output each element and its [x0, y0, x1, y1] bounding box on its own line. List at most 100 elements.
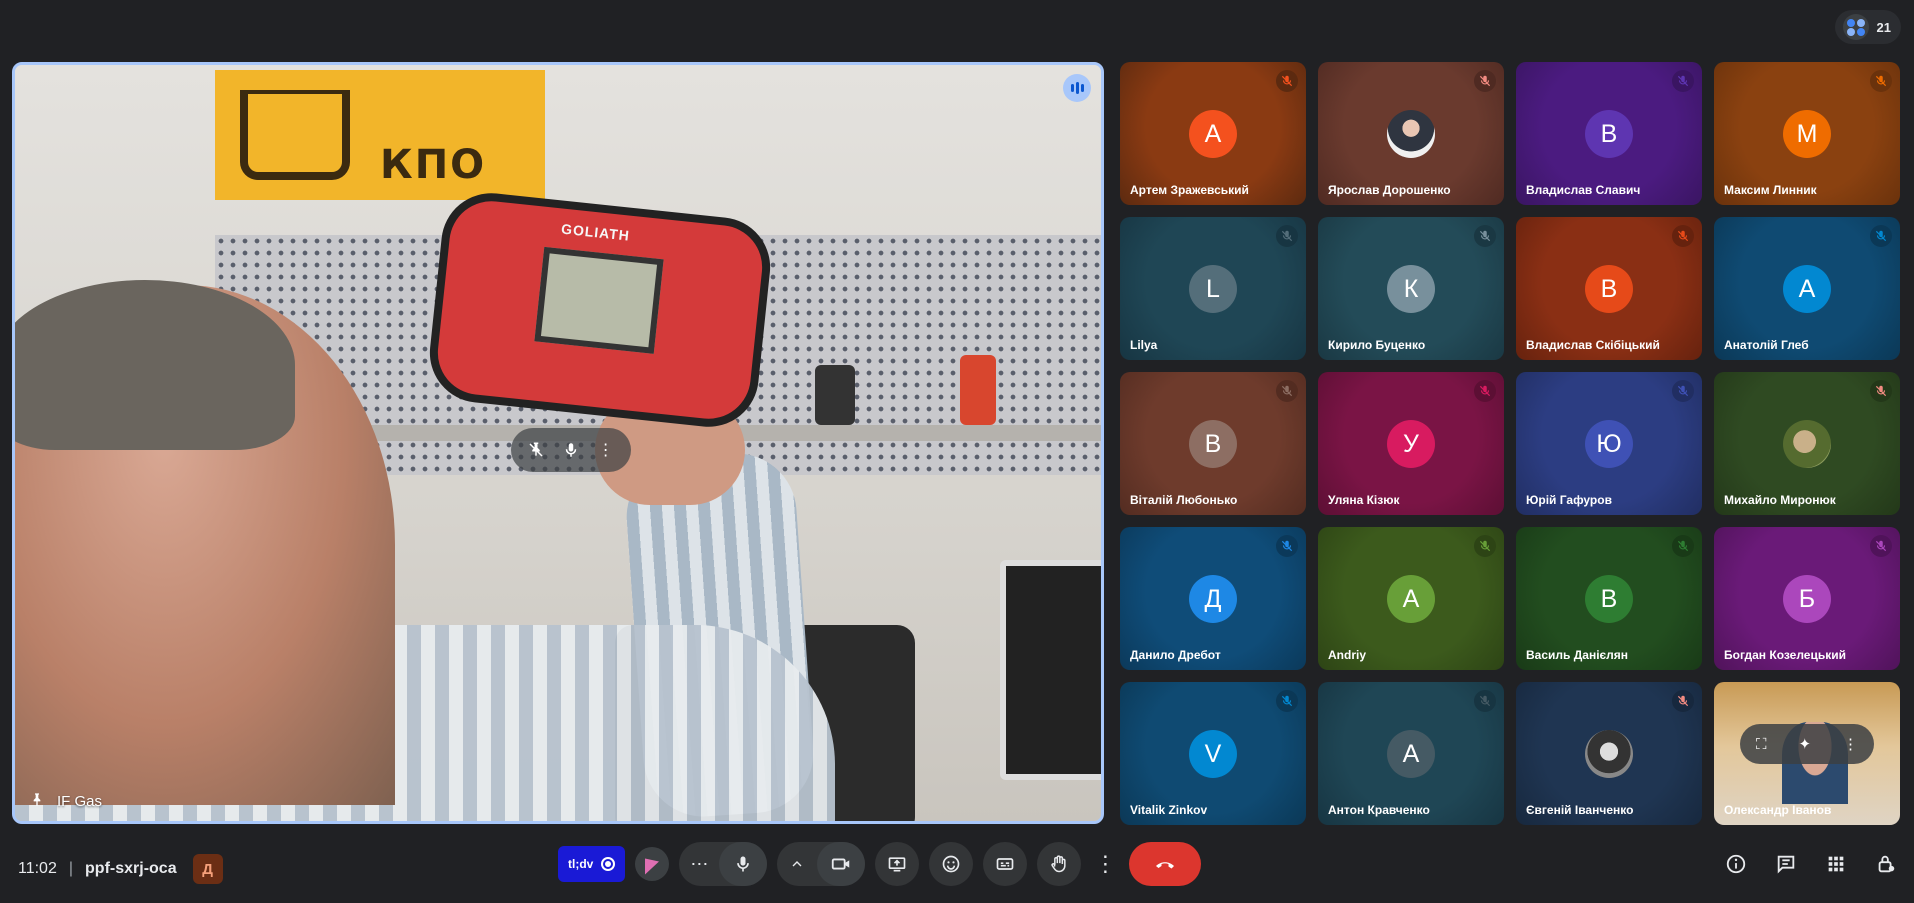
microphone-button[interactable] — [719, 842, 768, 886]
camera-options-button[interactable] — [777, 842, 817, 886]
captions-icon — [997, 858, 1014, 870]
tldv-extension-button[interactable]: tl;dv — [558, 846, 626, 882]
mic-off-icon — [1870, 380, 1892, 402]
participant-tile[interactable]: А Анатолій Глеб — [1714, 217, 1900, 360]
participant-tile[interactable]: Б Богдан Козелецький — [1714, 527, 1900, 670]
chat-icon — [1777, 855, 1795, 874]
mic-off-icon — [1474, 690, 1496, 712]
avatar — [1783, 420, 1831, 468]
framing-icon[interactable]: ⛶ — [1756, 736, 1767, 753]
mic-off-icon — [1276, 70, 1298, 92]
self-view-tile[interactable]: ⛶ ✦ ⋮ Олександр Іванов — [1714, 682, 1900, 825]
participant-name: Владислав Скібіцький — [1526, 338, 1660, 352]
info-icon — [1726, 854, 1746, 874]
tldv-label: tl;dv — [568, 857, 594, 871]
mic-off-icon — [1276, 690, 1298, 712]
separator: | — [68, 860, 74, 877]
activities-button[interactable] — [1822, 850, 1850, 878]
participant-tile[interactable]: У Уляна Кізюк — [1318, 372, 1504, 515]
captions-button[interactable] — [983, 842, 1028, 886]
avatar: L — [1189, 265, 1237, 313]
avatar — [1585, 730, 1633, 778]
more-options-button[interactable]: ⋮ — [1091, 842, 1119, 886]
avatar: А — [1783, 265, 1831, 313]
emoji-icon — [943, 855, 960, 873]
participants-button[interactable]: 21 — [1834, 10, 1901, 44]
participant-tile[interactable]: А Антон Кравченко — [1318, 682, 1504, 825]
raise-hand-button[interactable] — [1037, 842, 1082, 886]
host-controls-button[interactable] — [1872, 850, 1900, 878]
participant-name: Lilya — [1130, 338, 1158, 352]
participant-tile[interactable]: А Артем Зражевський — [1120, 62, 1306, 205]
avatar: V — [1189, 730, 1237, 778]
mic-off-icon — [1672, 535, 1694, 557]
more-audio-options-button[interactable]: ⋯ — [679, 842, 719, 886]
camera-control-group — [777, 842, 866, 886]
participant-name: Богдан Козелецький — [1724, 648, 1846, 662]
mic-off-icon — [1870, 70, 1892, 92]
participant-tile[interactable]: Ярослав Дорошенко — [1318, 62, 1504, 205]
participant-name: Антон Кравченко — [1328, 803, 1430, 817]
participant-name: Євгеній Іванченко — [1526, 803, 1634, 817]
clock-time: 11:02 — [18, 860, 57, 877]
present-screen-icon — [889, 857, 906, 872]
hang-up-icon — [1156, 862, 1175, 869]
camera-icon — [832, 858, 850, 870]
avatar: A — [1387, 575, 1435, 623]
call-controls: tl;dv ⋯ ⋮ — [558, 841, 1202, 887]
visual-effects-icon[interactable]: ✦ — [1798, 735, 1811, 753]
participant-tile[interactable]: A Andriy — [1318, 527, 1504, 670]
participant-tile[interactable]: Михайло Миронюк — [1714, 372, 1900, 515]
mic-off-icon — [1870, 535, 1892, 557]
apps-grid-icon — [1828, 856, 1844, 872]
leave-call-button[interactable] — [1129, 842, 1202, 886]
avatar: М — [1783, 110, 1831, 158]
avatar: У — [1387, 420, 1435, 468]
participant-tile[interactable]: Євгеній Іванченко — [1516, 682, 1702, 825]
host-controls-badge[interactable]: Д — [192, 854, 223, 884]
participant-tile[interactable]: В Віталій Любонько — [1120, 372, 1306, 515]
participant-tile[interactable]: Д Данило Дребот — [1120, 527, 1306, 670]
participant-name: Vitalik Zinkov — [1130, 803, 1208, 817]
participant-count: 21 — [1876, 19, 1891, 35]
participant-name: Andriy — [1328, 648, 1367, 662]
more-options-icon[interactable]: ⋮ — [1843, 735, 1858, 753]
present-screen-button[interactable] — [875, 842, 920, 886]
mic-off-icon — [1474, 225, 1496, 247]
more-options-icon[interactable]: ⋮ — [594, 438, 618, 462]
participant-tile[interactable]: Ю Юрій Гафуров — [1516, 372, 1702, 515]
lock-person-icon — [1878, 855, 1895, 873]
participant-name: Віталій Любонько — [1130, 493, 1238, 507]
reactions-button[interactable] — [929, 842, 974, 886]
mic-icon[interactable] — [559, 438, 583, 462]
tile-hover-controls: ⋮ — [511, 428, 631, 472]
meeting-details-button[interactable] — [1722, 850, 1750, 878]
mic-off-icon — [1672, 225, 1694, 247]
self-tile-controls: ⛶ ✦ ⋮ — [1740, 724, 1874, 764]
gas-detector-device: GOLIATH — [424, 188, 776, 432]
hand-icon — [1051, 855, 1066, 873]
extension-flag-button[interactable] — [635, 847, 670, 881]
camera-button[interactable] — [817, 842, 866, 886]
mic-off-icon — [1870, 225, 1892, 247]
participant-tile[interactable]: V Vitalik Zinkov — [1120, 682, 1306, 825]
mic-off-icon — [1276, 380, 1298, 402]
avatar: А — [1189, 110, 1237, 158]
meet-window: 21 КПО GOLIATH ⋮ IF Gas А Артем Зражевсь… — [0, 0, 1914, 903]
mic-off-icon — [1474, 535, 1496, 557]
main-speaker-tile[interactable]: КПО GOLIATH ⋮ IF Gas — [12, 62, 1104, 824]
presenter-name: IF Gas — [57, 793, 103, 810]
participant-tile[interactable]: В Василь Данієлян — [1516, 527, 1702, 670]
chat-button[interactable] — [1772, 850, 1800, 878]
participant-tile[interactable]: К Кирило Буценко — [1318, 217, 1504, 360]
participant-tile[interactable]: В Владислав Славич — [1516, 62, 1702, 205]
mic-control-group: ⋯ — [679, 842, 768, 886]
participant-tile[interactable]: М Максим Линник — [1714, 62, 1900, 205]
participant-name: Уляна Кізюк — [1328, 493, 1400, 507]
participant-name: Кирило Буценко — [1328, 338, 1426, 352]
participant-tile[interactable]: В Владислав Скібіцький — [1516, 217, 1702, 360]
unpin-icon[interactable] — [524, 438, 548, 462]
participant-tile[interactable]: L Lilya — [1120, 217, 1306, 360]
avatar: А — [1387, 730, 1435, 778]
mic-off-icon — [1276, 225, 1298, 247]
